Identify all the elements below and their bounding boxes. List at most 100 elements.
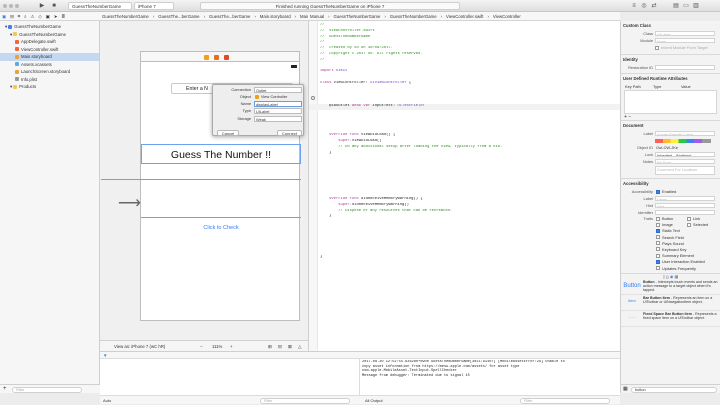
library-item[interactable]: Item Bar Button Item - Represents an item… [621, 295, 720, 311]
jump-bar-segment[interactable]: Main.storyboard [260, 14, 291, 19]
acc-enabled-checkbox[interactable]: Enabled [656, 188, 676, 195]
library-item[interactable]: - - - Fixed Space Bar Button Item - Repre… [621, 311, 720, 327]
doc-label-field[interactable]: Xcode Specific Label [655, 130, 715, 137]
jump-bar-segment[interactable]: GuessTheNumberGame [334, 14, 381, 19]
checkbox-box[interactable] [687, 216, 691, 221]
storyboard-canvas[interactable]: Enter a N Guess The Number !! Click to C… [100, 21, 308, 351]
udra-add-icon[interactable]: + [624, 114, 627, 120]
assistant-editor-icon[interactable]: ◎ [640, 2, 648, 10]
checkbox-box[interactable] [656, 247, 660, 252]
navigator-item[interactable]: ViewController.swift [0, 46, 99, 54]
standard-editor-icon[interactable]: ≡ [630, 2, 638, 10]
acc-hint-field[interactable]: Hint [655, 202, 715, 209]
type-combo[interactable]: UILabel [254, 108, 302, 114]
run-icon[interactable]: ▶ [38, 2, 46, 10]
connection-select[interactable]: Outlet [254, 87, 302, 93]
inherit-module-checkbox[interactable]: Inherit Module From Target [655, 44, 708, 51]
acc-identifier-field[interactable] [655, 209, 715, 216]
jump-bar-segment[interactable]: Manual [310, 14, 324, 19]
checkbox-box[interactable] [656, 266, 660, 270]
inherit-checkbox-box[interactable] [655, 45, 659, 50]
color-swatches[interactable] [655, 138, 711, 143]
align-icon[interactable]: ⊟ [278, 341, 282, 351]
assistant-code-editor[interactable]: //// ViewController.swift// GuessTheNumb… [308, 21, 620, 351]
auto-scope-select[interactable]: Auto [103, 396, 111, 405]
resolve-issues-icon[interactable]: △ [298, 341, 301, 351]
toggle-navigator-icon[interactable]: ▤ [672, 2, 680, 10]
checkbox-box[interactable] [687, 222, 691, 227]
output-select[interactable]: All Output [365, 396, 383, 405]
navigator-item[interactable]: LaunchScreen.storyboard [0, 68, 99, 76]
comment-field[interactable]: Comment For Localizer [655, 165, 715, 175]
udra-table[interactable] [624, 90, 717, 114]
disclosure-icon[interactable]: ▾ [10, 32, 12, 37]
pin-icon[interactable]: ⊠ [288, 341, 292, 351]
add-icon[interactable]: + [3, 386, 7, 392]
jump-bar-segment[interactable]: ViewController.swift [446, 14, 483, 19]
filter-field[interactable]: Filter [12, 386, 82, 393]
checkbox-box[interactable] [656, 228, 660, 233]
storyboard-jump-bar[interactable]: GuessTheNumberGame › GuessThe...berGame › Gu… [100, 12, 308, 21]
outlet-name-field[interactable]: displayLabel [254, 101, 302, 107]
guess-title-label[interactable]: Guess The Number !! [141, 144, 301, 164]
acc-enabled-box[interactable] [656, 189, 660, 194]
view-controller-icon[interactable] [204, 54, 209, 60]
update-frames-icon[interactable]: ⊞ [268, 341, 272, 351]
notes-font-field[interactable]: No Font [655, 158, 715, 165]
checkbox-box[interactable] [656, 259, 660, 264]
disclosure-icon[interactable]: ▾ [5, 24, 7, 29]
test-icon[interactable]: ◇ [38, 14, 41, 19]
checkbox-box[interactable] [656, 216, 660, 221]
checkbox-box[interactable] [656, 222, 660, 227]
source-control-icon[interactable]: ⊟ [10, 14, 14, 19]
navigator-item[interactable]: ▾ GuessTheNumberGame [0, 31, 99, 39]
lock-select[interactable]: Inherited - (Nothing) [655, 151, 715, 158]
entry-point-arrow-icon[interactable]: ⟶ [118, 193, 141, 213]
toggle-debug-icon[interactable]: ▭ [682, 2, 690, 10]
find-icon[interactable]: ⌕ [24, 14, 26, 19]
cancel-button[interactable]: Cancel [217, 130, 239, 136]
trait-checkbox[interactable]: Updates Frequently [656, 266, 696, 272]
storage-select[interactable]: Weak [254, 116, 302, 122]
version-editor-icon[interactable]: ⇄ [650, 2, 658, 10]
device-selector[interactable]: iPhone 7 [134, 2, 174, 10]
jump-bar-segment[interactable]: GuessThe...berGame [158, 14, 199, 19]
navigator-item[interactable]: Main.storyboard [0, 53, 99, 61]
close-window-dot[interactable] [3, 3, 7, 8]
debug-icon[interactable]: ▣ [46, 14, 50, 19]
breakpoint-icon[interactable]: ➤ [54, 14, 58, 19]
library-search-field[interactable]: button [631, 386, 717, 393]
checkbox-box[interactable] [656, 235, 660, 240]
navigator-item[interactable]: Info.plist [0, 76, 99, 84]
click-to-check-button[interactable]: Click to Check [141, 223, 301, 233]
navigator-item[interactable]: Assets.xcassets [0, 61, 99, 69]
acc-label-field[interactable]: Label [655, 195, 715, 202]
stop-icon[interactable]: ■ [50, 2, 58, 10]
code-jump-bar[interactable]: Manual › GuessTheNumberGame › GuessTheNumber… [308, 12, 620, 21]
checkbox-box[interactable] [656, 241, 660, 246]
library-item[interactable]: Button Button - Intercepts touch events a… [621, 279, 720, 295]
hide-debug-icon[interactable]: ▼ [103, 353, 107, 358]
minimize-window-dot[interactable] [9, 3, 13, 8]
exit-icon[interactable] [224, 54, 229, 60]
zoom-out-icon[interactable]: − [200, 341, 203, 351]
grid-view-icon[interactable]: ▦ [623, 386, 628, 392]
navigator-filter[interactable]: + Filter [0, 384, 100, 393]
console-output[interactable]: 2017-08-30 12:52:55.636280+0900 GuessThe… [362, 360, 618, 395]
jump-bar-segment[interactable]: GuessTheNumberGame [102, 14, 149, 19]
class-field[interactable]: UILabel [655, 30, 715, 37]
issue-icon[interactable]: ⚠ [31, 14, 35, 19]
report-icon[interactable]: ≣ [61, 14, 65, 19]
navigator-item[interactable]: ▾ Products [0, 83, 99, 91]
navigator-item[interactable]: ▾ GuessTheNumberGame [0, 23, 99, 31]
restoration-field[interactable] [655, 64, 715, 71]
symbol-icon[interactable]: ⌗ [18, 14, 20, 19]
jump-bar-segment[interactable]: Main.storyb... [300, 14, 308, 19]
toggle-inspector-icon[interactable]: ▥ [692, 2, 700, 10]
first-responder-icon[interactable] [214, 54, 219, 60]
disclosure-icon[interactable]: ▾ [10, 84, 12, 89]
outlet-connection-dot[interactable] [311, 96, 315, 100]
checkbox-box[interactable] [656, 253, 660, 258]
zoom-in-icon[interactable]: + [230, 341, 233, 351]
connect-button[interactable]: Connect [277, 130, 302, 136]
